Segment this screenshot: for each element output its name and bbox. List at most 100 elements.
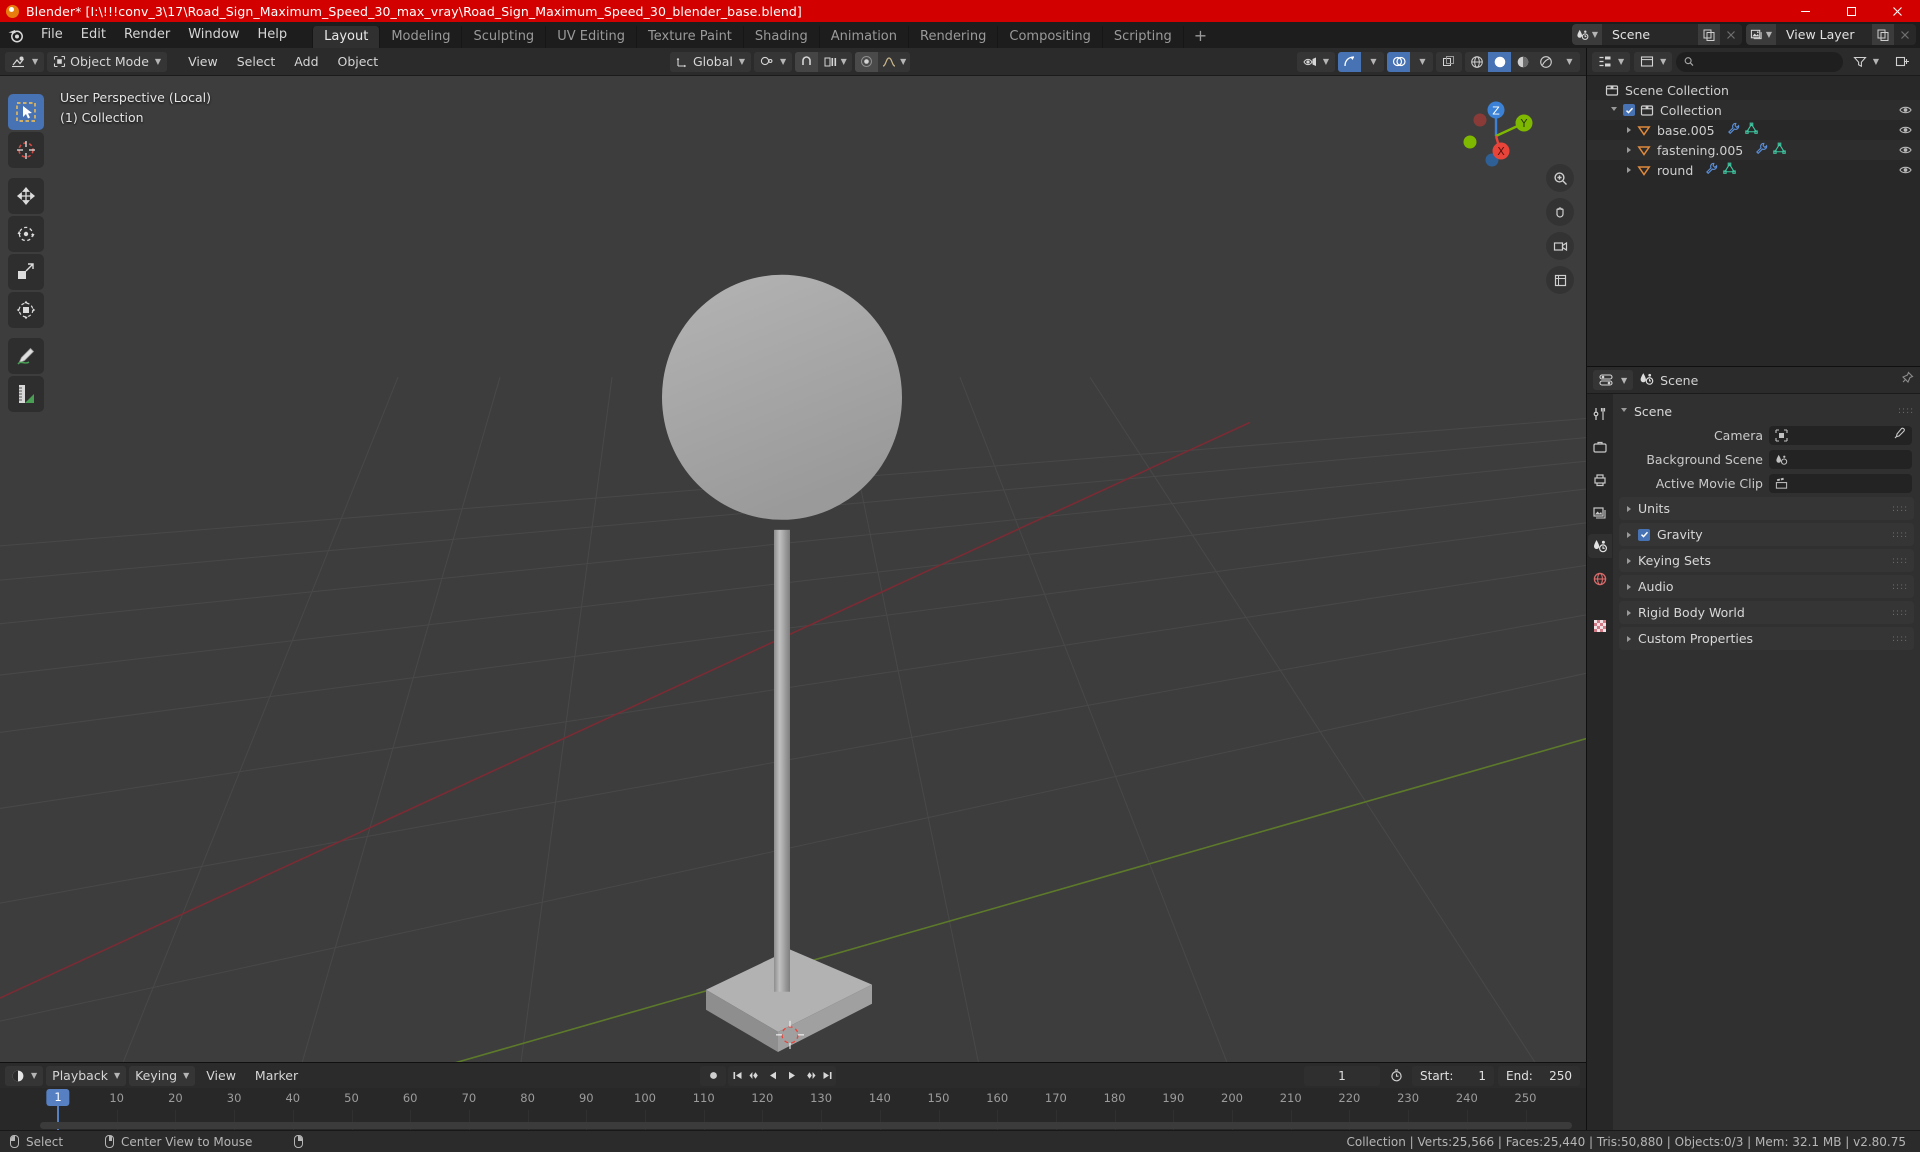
drag-handle-icon[interactable]: ::::	[1892, 634, 1907, 643]
drag-handle-icon[interactable]: ::::	[1892, 608, 1907, 617]
outliner-row-collection[interactable]: Collection	[1587, 100, 1920, 120]
menu-file[interactable]: File	[32, 25, 72, 45]
collection-checkbox[interactable]	[1623, 104, 1635, 116]
play-reverse-button[interactable]	[764, 1066, 782, 1086]
rotate-tool[interactable]	[8, 216, 44, 252]
new-scene-button[interactable]	[1698, 24, 1720, 45]
start-frame-field[interactable]: Start: 1	[1412, 1065, 1494, 1086]
outliner-tree[interactable]: Scene Collection Collection base.005 fasten…	[1587, 76, 1920, 366]
properties-editor-type-button[interactable]: ▼	[1593, 370, 1634, 390]
drag-handle-icon[interactable]: ::::	[1892, 582, 1907, 591]
menu-help[interactable]: Help	[249, 25, 297, 45]
new-viewlayer-button[interactable]	[1872, 24, 1894, 45]
world-tab[interactable]	[1588, 567, 1612, 591]
proportional-edit-toggle[interactable]	[855, 51, 879, 72]
play-button[interactable]	[782, 1066, 800, 1086]
tool-tab[interactable]	[1588, 402, 1612, 426]
outliner-row-fastening-005[interactable]: fastening.005	[1587, 140, 1920, 160]
drag-handle-icon[interactable]: ::::	[1892, 530, 1907, 539]
tab-scripting[interactable]: Scripting	[1101, 26, 1183, 48]
properties-section-gravity[interactable]: Gravity::::	[1619, 523, 1914, 546]
outliner-editor-type-button[interactable]: ▼	[1592, 51, 1631, 72]
show-overlays-toggle[interactable]	[1387, 51, 1410, 72]
expand-arrow-icon[interactable]	[1611, 106, 1617, 114]
timeline-scrollbar[interactable]	[40, 1122, 1572, 1129]
select-box-tool[interactable]	[8, 94, 44, 130]
section-checkbox[interactable]	[1638, 528, 1650, 541]
tab-animation[interactable]: Animation	[818, 26, 908, 48]
expand-arrow-icon[interactable]	[1627, 127, 1631, 133]
transform-orientation-dropdown[interactable]: Global ▼	[670, 51, 752, 72]
viewlayer-selector[interactable]: ▼ View Layer	[1746, 24, 1916, 45]
record-keyframes-button[interactable]	[700, 1065, 726, 1086]
timeline-menu-marker[interactable]: Marker	[247, 1066, 306, 1086]
unlink-scene-button[interactable]	[1720, 24, 1742, 45]
modifier-icon[interactable]	[1755, 142, 1768, 158]
tab-rendering[interactable]: Rendering	[908, 26, 997, 48]
tab-compositing[interactable]: Compositing	[997, 26, 1102, 48]
timeline-menu-view[interactable]: View	[198, 1066, 244, 1086]
camera-field[interactable]	[1769, 425, 1912, 445]
scene-panel-header[interactable]: Scene ::::	[1613, 400, 1920, 422]
outliner-filter-button[interactable]: ▼	[1846, 51, 1885, 72]
modifier-icon[interactable]	[1727, 122, 1740, 138]
hide-in-viewport-toggle[interactable]	[1899, 144, 1912, 156]
keying-menu[interactable]: Keying ▼	[129, 1065, 196, 1086]
expand-arrow-icon[interactable]	[1627, 147, 1631, 153]
tab-shading[interactable]: Shading	[742, 26, 819, 48]
playback-menu[interactable]: Playback ▼	[46, 1065, 127, 1086]
tab-modeling[interactable]: Modeling	[379, 26, 461, 48]
remove-viewlayer-button[interactable]	[1894, 24, 1916, 45]
measure-tool[interactable]	[8, 376, 44, 412]
drag-handle-icon[interactable]: ::::	[1898, 407, 1913, 416]
mesh-data-icon[interactable]	[1723, 162, 1737, 178]
ortho-toggle-icon[interactable]	[1546, 266, 1574, 294]
playhead-marker[interactable]: 1	[46, 1089, 70, 1106]
render-tab[interactable]	[1588, 435, 1612, 459]
timeline-editor-type-button[interactable]: ▼	[5, 1065, 44, 1086]
hide-in-viewport-toggle[interactable]	[1899, 124, 1912, 136]
viewlayer-tab[interactable]	[1588, 501, 1612, 525]
overlay-dropdown[interactable]: ▼	[1410, 52, 1433, 72]
xray-toggle[interactable]	[1436, 51, 1462, 72]
show-gizmo-toggle[interactable]	[1338, 51, 1361, 72]
outliner-row-round[interactable]: round	[1587, 160, 1920, 180]
scale-tool[interactable]	[8, 254, 44, 290]
object-mode-dropdown[interactable]: Object Mode ▼	[47, 51, 168, 72]
use-preview-range-button[interactable]	[1384, 1065, 1408, 1086]
hide-in-viewport-toggle[interactable]	[1899, 104, 1912, 116]
properties-section-keying-sets[interactable]: Keying Sets::::	[1619, 549, 1914, 572]
scene-name[interactable]: Scene	[1602, 24, 1698, 45]
properties-section-rigid-body-world[interactable]: Rigid Body World::::	[1619, 601, 1914, 624]
maximize-button[interactable]	[1828, 0, 1874, 22]
close-button[interactable]	[1874, 0, 1920, 22]
tab-texture-paint[interactable]: Texture Paint	[636, 26, 743, 48]
viewport-menu-select[interactable]: Select	[229, 52, 284, 72]
tab-layout[interactable]: Layout	[312, 26, 380, 48]
3d-viewport[interactable]: User Perspective (Local) (1) Collection	[0, 76, 1586, 1062]
properties-section-audio[interactable]: Audio::::	[1619, 575, 1914, 598]
mesh-data-icon[interactable]	[1744, 122, 1758, 138]
menu-render[interactable]: Render	[115, 25, 179, 45]
prev-keyframe-button[interactable]	[746, 1066, 764, 1086]
gizmo-dropdown[interactable]: ▼	[1361, 52, 1384, 72]
end-frame-field[interactable]: End: 250	[1498, 1065, 1580, 1086]
annotate-tool[interactable]	[8, 338, 44, 374]
properties-section-units[interactable]: Units::::	[1619, 497, 1914, 520]
minimize-button[interactable]	[1782, 0, 1828, 22]
move-tool[interactable]	[8, 178, 44, 214]
snap-magnet-toggle[interactable]	[795, 51, 819, 72]
jump-end-button[interactable]	[818, 1066, 836, 1086]
pin-id-icon[interactable]	[1900, 371, 1914, 389]
falloff-dropdown[interactable]: ▼	[878, 52, 910, 72]
tab-sculpting[interactable]: Sculpting	[461, 26, 545, 48]
texture-tab[interactable]	[1588, 614, 1612, 638]
outliner-display-mode-dropdown[interactable]: ▼	[1634, 51, 1673, 72]
scene-tab[interactable]	[1588, 534, 1612, 558]
drag-handle-icon[interactable]: ::::	[1892, 504, 1907, 513]
viewport-menu-object[interactable]: Object	[330, 52, 387, 72]
shading-dropdown[interactable]: ▼	[1557, 52, 1580, 72]
timeline-ruler[interactable]: 10 20 30 40 50 60 70 80 90 100 110 120 130 140 150 160 1…	[0, 1088, 1586, 1110]
material-preview-shading-button[interactable]	[1511, 52, 1534, 72]
timeline-body[interactable]: 10 20 30 40 50 60 70 80 90 100 110 120 130 140 150 160 1…	[0, 1088, 1586, 1130]
